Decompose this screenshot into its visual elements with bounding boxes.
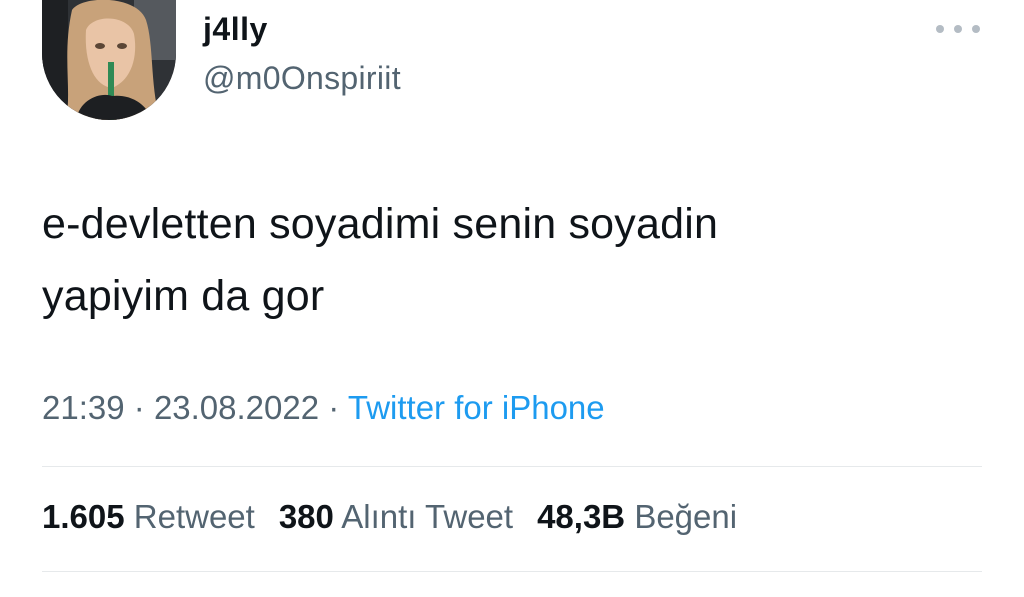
more-dot <box>954 25 962 33</box>
tweet-time[interactable]: 21:39 <box>42 389 125 426</box>
display-name[interactable]: j4lly <box>203 11 268 48</box>
likes-count: 48,3B <box>537 498 626 535</box>
tweet-source-link[interactable]: Twitter for iPhone <box>348 389 605 426</box>
divider <box>42 466 982 467</box>
user-handle[interactable]: @m0Onspiriit <box>203 60 401 97</box>
more-dot <box>972 25 980 33</box>
more-horizontal-icon[interactable] <box>936 18 980 40</box>
meta-separator: · <box>328 389 340 426</box>
more-dot <box>936 25 944 33</box>
avatar[interactable] <box>42 0 176 120</box>
likes-stat[interactable]: 48,3B Beğeni <box>537 498 737 536</box>
avatar-image <box>42 0 176 120</box>
likes-label: Beğeni <box>634 498 738 535</box>
tweet-card: j4lly @m0Onspiriit e-devletten soyadimi … <box>0 0 1024 597</box>
retweets-stat[interactable]: 1.605 Retweet <box>42 498 255 536</box>
tweet-text-line: e-devletten soyadimi senin soyadin <box>42 200 719 248</box>
quotes-count: 380 <box>278 498 334 535</box>
tweet-text-line: yapiyim da gor <box>42 272 325 320</box>
divider <box>42 571 982 572</box>
quotes-label: Alıntı Tweet <box>341 498 514 535</box>
quote-tweets-stat[interactable]: 380 Alıntı Tweet <box>279 498 513 536</box>
retweets-label: Retweet <box>133 498 255 535</box>
meta-separator: · <box>133 389 145 426</box>
tweet-text: e-devletten soyadimi senin soyadin yapiy… <box>42 188 982 332</box>
tweet-stats: 1.605 Retweet 380 Alıntı Tweet 48,3B Beğ… <box>42 498 737 536</box>
tweet-meta: 21:39 · 23.08.2022 · Twitter for iPhone <box>42 389 605 427</box>
retweets-count: 1.605 <box>42 498 125 535</box>
tweet-date[interactable]: 23.08.2022 <box>154 389 319 426</box>
